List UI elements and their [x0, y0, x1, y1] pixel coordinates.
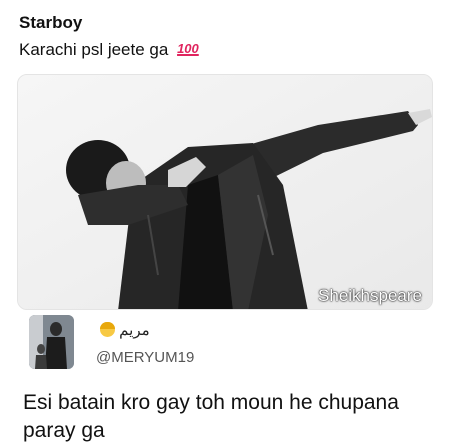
image-watermark: Sheikhspeare [318, 286, 422, 305]
reply-tweet[interactable]: مريم @MERYUM19 Esi batain kro gay toh mo… [0, 315, 450, 448]
tweet-author-name[interactable]: Starboy [19, 13, 82, 33]
tweet-text-body: Karachi psl jeete ga [19, 40, 169, 59]
dabbing-man-photo [18, 75, 432, 309]
reply-author-name-text: مريم [119, 322, 150, 339]
reply-text: Esi batain kro gay toh moun he chupana p… [23, 391, 399, 442]
reply-author-name[interactable]: مريم [96, 321, 150, 339]
woman-emoji-icon [100, 322, 115, 337]
hundred-points-icon: 100 [177, 41, 199, 56]
avatar[interactable] [29, 315, 74, 369]
avatar-photo [29, 315, 74, 369]
reply-author-handle[interactable]: @MERYUM19 [96, 349, 194, 366]
tweet-text: Karachi psl jeete ga 100 [19, 40, 199, 60]
tweet-media[interactable]: Sheikhspeare [17, 74, 433, 310]
